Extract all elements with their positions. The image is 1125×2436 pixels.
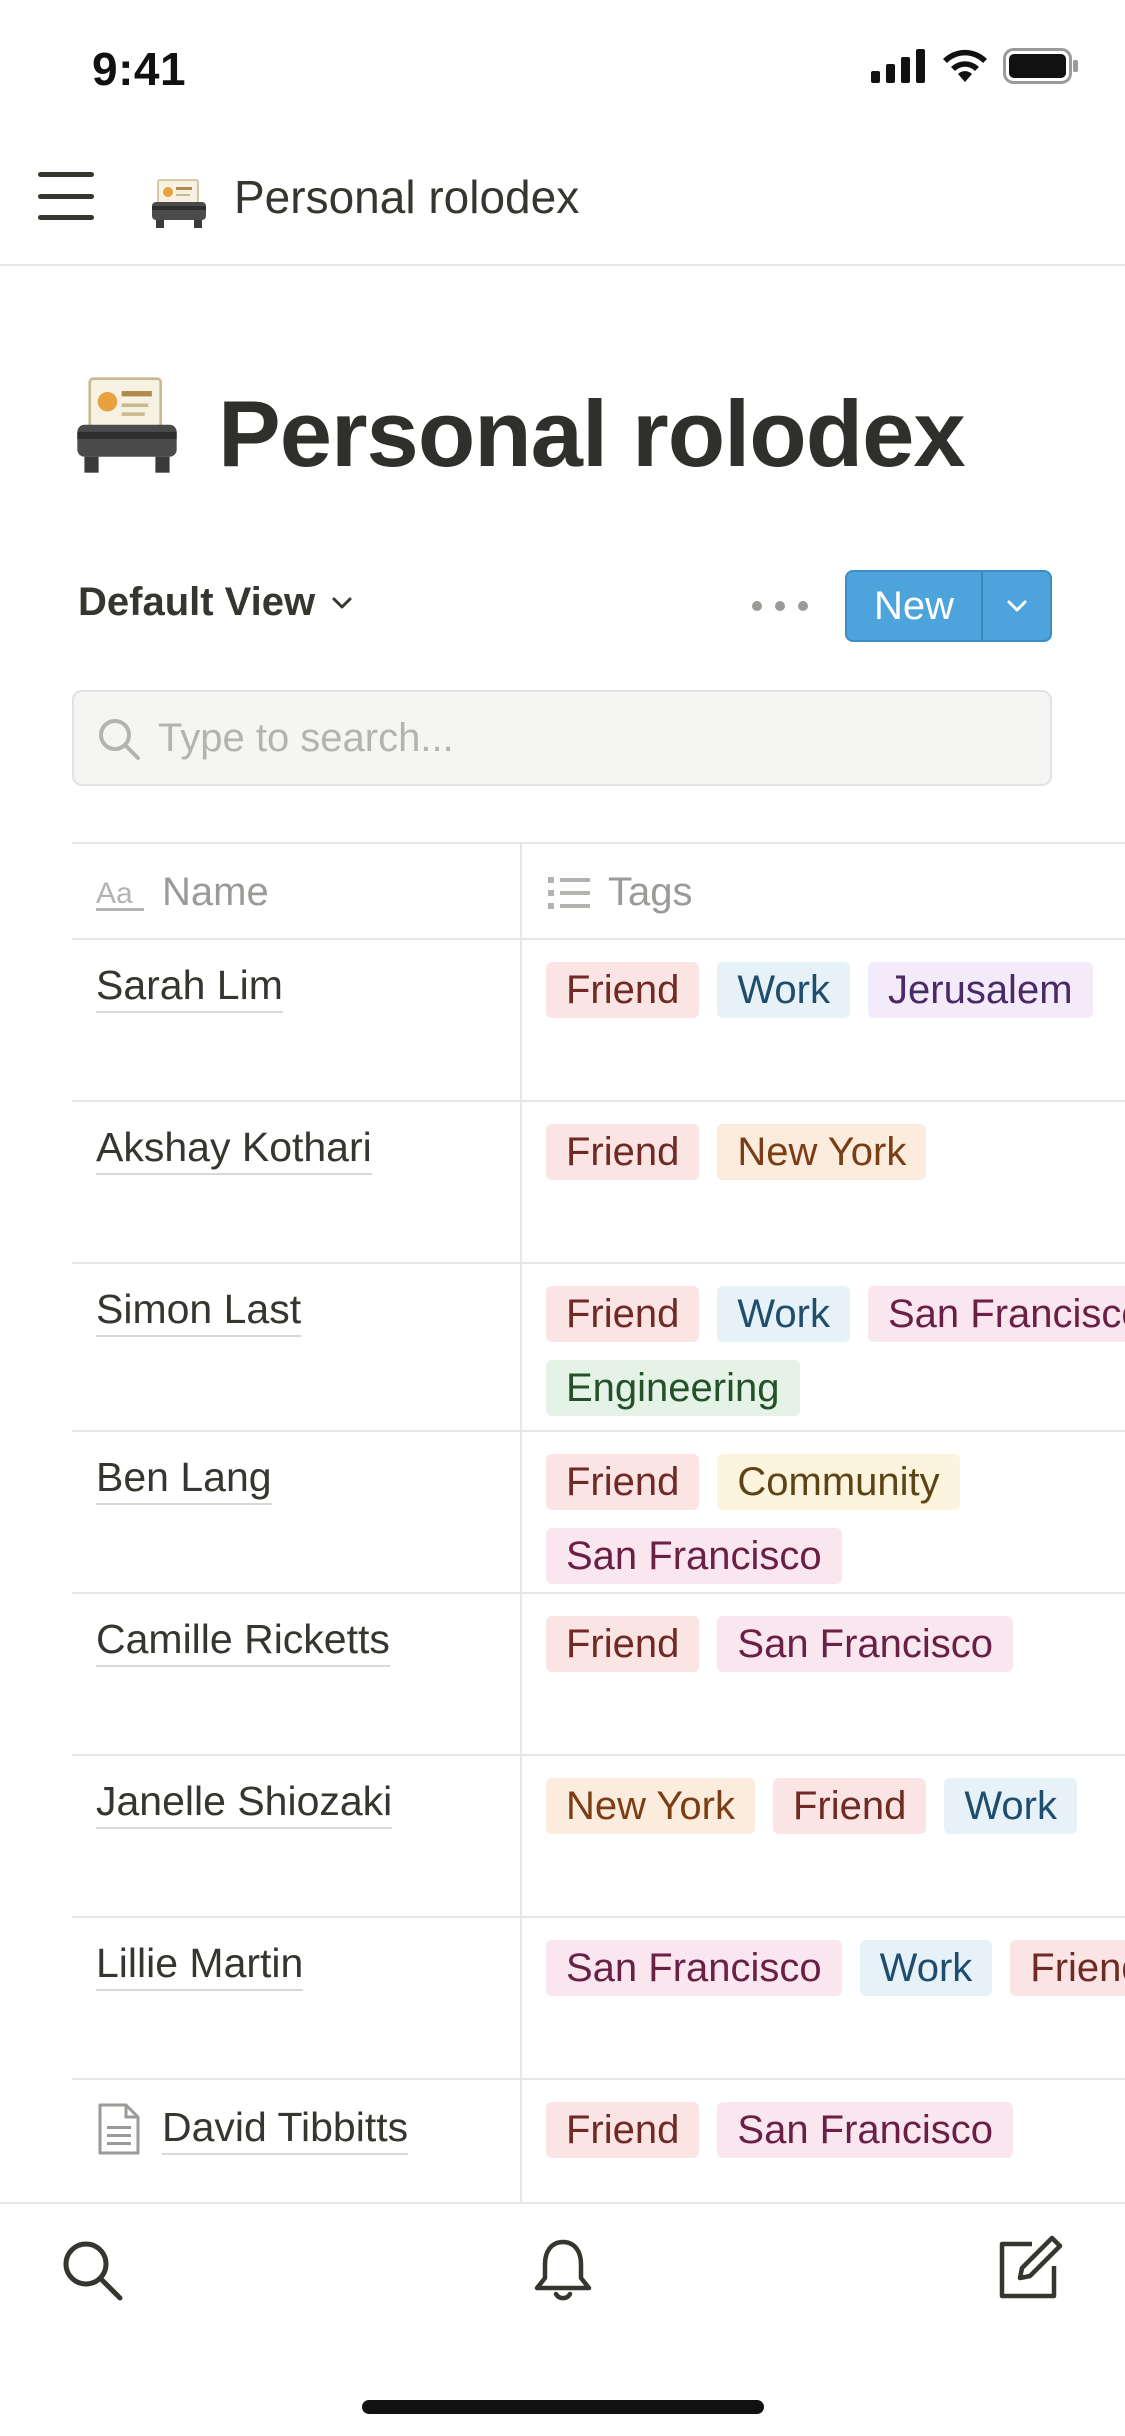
tag-badge: New York [546, 1778, 755, 1834]
status-bar: 9:41 [0, 0, 1125, 130]
tag-badge: Work [944, 1778, 1077, 1834]
app-screen: 9:41 Personal rolodex Personal rolodex D… [0, 0, 1125, 2436]
view-label: Default View [78, 580, 316, 624]
tag-badge: San Francisco [546, 1940, 842, 1996]
table-row[interactable]: Lillie Martin San Francisco Work Friend [72, 1918, 1125, 2080]
page-title[interactable]: Personal rolodex [218, 380, 966, 488]
new-dropdown-button[interactable] [983, 572, 1050, 640]
view-selector[interactable]: Default View [78, 580, 355, 625]
name-cell[interactable]: Simon Last [96, 1286, 302, 1337]
column-divider [520, 842, 522, 2204]
table-row[interactable]: Sarah Lim Friend Work Jerusalem [72, 940, 1125, 1102]
menu-icon[interactable] [38, 172, 94, 220]
tag-badge: San Francisco [868, 1286, 1125, 1342]
cellular-signal-icon [871, 49, 925, 83]
name-cell[interactable]: Lillie Martin [96, 1940, 304, 1991]
name-cell[interactable]: Akshay Kothari [96, 1124, 372, 1175]
status-time: 9:41 [92, 43, 187, 95]
tag-badge: San Francisco [546, 1528, 842, 1584]
row-name[interactable]: Ben Lang [96, 1454, 272, 1505]
search-icon[interactable] [56, 2234, 128, 2306]
top-nav: Personal rolodex [0, 130, 1125, 266]
tag-badge: Friend [546, 1286, 700, 1342]
text-property-icon: Aa [96, 877, 144, 911]
tag-badge: Work [717, 1286, 850, 1342]
page-icon [98, 2103, 140, 2155]
tag-badge: San Francisco [717, 2102, 1014, 2158]
table-row[interactable]: David Tibbitts Friend San Francisco [72, 2080, 1125, 2204]
tag-badge: Friend [1010, 1940, 1125, 1996]
status-icons [871, 48, 1079, 84]
tags-cell[interactable]: New York Friend Work [546, 1778, 1125, 1834]
tag-badge: Friend [772, 1778, 927, 1834]
name-cell[interactable]: Janelle Shiozaki [96, 1778, 393, 1829]
column-label: Name [162, 870, 269, 914]
search-box [72, 690, 1052, 786]
nav-title[interactable]: Personal rolodex [234, 170, 579, 224]
tag-badge: Friend [546, 1616, 700, 1672]
tag-badge: Friend [546, 1454, 700, 1510]
tag-badge: Community [717, 1454, 960, 1510]
chevron-down-icon [1007, 600, 1026, 612]
table-row[interactable]: Ben Lang Friend Community San Francisco [72, 1432, 1125, 1594]
multi-select-icon [548, 876, 590, 909]
tag-badge: Friend [546, 1124, 700, 1180]
tags-cell[interactable]: San Francisco Work Friend [546, 1940, 1125, 1996]
tags-cell[interactable]: Friend San Francisco [546, 2102, 1125, 2158]
table-row[interactable]: Janelle Shiozaki New York Friend Work [72, 1756, 1125, 1918]
column-header-name[interactable]: Aa Name [96, 870, 269, 915]
table-row[interactable]: Akshay Kothari Friend New York [72, 1102, 1125, 1264]
tag-badge: San Francisco [717, 1616, 1014, 1672]
row-name[interactable]: Sarah Lim [96, 962, 283, 1013]
new-button[interactable]: New [847, 572, 983, 640]
search-icon [99, 719, 140, 760]
table-row[interactable]: Simon Last Friend Work San Francisco Enginee… [72, 1264, 1125, 1432]
tags-cell[interactable]: Friend San Francisco [546, 1616, 1125, 1672]
row-name[interactable]: Akshay Kothari [96, 1124, 372, 1175]
row-name[interactable]: David Tibbitts [162, 2104, 409, 2155]
tags-cell[interactable]: Friend Community San Francisco [546, 1454, 1125, 1584]
bell-icon[interactable] [527, 2234, 599, 2306]
tags-cell[interactable]: Friend New York [546, 1124, 1125, 1180]
name-cell[interactable]: Ben Lang [96, 1454, 272, 1505]
tags-cell[interactable]: Friend Work San Francisco Engineering [546, 1286, 1125, 1416]
name-cell[interactable]: Sarah Lim [96, 962, 283, 1013]
rolodex-emoji-icon [152, 179, 206, 228]
home-indicator[interactable] [362, 2400, 764, 2414]
name-cell[interactable]: David Tibbitts [96, 2102, 409, 2156]
table-header: Aa Name Tags [72, 842, 1125, 940]
row-name[interactable]: Simon Last [96, 1286, 302, 1337]
chevron-down-icon [332, 597, 352, 608]
more-options-icon[interactable] [752, 588, 808, 624]
tag-badge: Work [859, 1940, 993, 1996]
database-table: Aa Name Tags Sarah Lim Friend Work Jerusale… [72, 842, 1125, 2204]
column-header-tags[interactable]: Tags [548, 870, 693, 915]
battery-icon [1003, 48, 1078, 84]
tag-badge: New York [717, 1124, 927, 1180]
new-button-group: New [845, 570, 1052, 642]
svg-text:Aa: Aa [96, 877, 133, 910]
compose-icon[interactable] [992, 2234, 1064, 2306]
tag-badge: Work [717, 962, 850, 1018]
row-name[interactable]: Janelle Shiozaki [96, 1778, 393, 1829]
tag-badge: Jerusalem [868, 962, 1093, 1018]
tag-badge: Friend [546, 2102, 700, 2158]
tag-badge: Engineering [546, 1360, 800, 1416]
row-name[interactable]: Lillie Martin [96, 1940, 304, 1991]
page-rolodex-emoji-icon[interactable] [72, 368, 182, 478]
search-input[interactable] [158, 692, 1028, 784]
row-name[interactable]: Camille Ricketts [96, 1616, 390, 1667]
wifi-icon [943, 49, 987, 82]
name-cell[interactable]: Camille Ricketts [96, 1616, 390, 1667]
table-row[interactable]: Camille Ricketts Friend San Francisco [72, 1594, 1125, 1756]
tag-badge: Friend [546, 962, 700, 1018]
tags-cell[interactable]: Friend Work Jerusalem [546, 962, 1125, 1018]
column-label: Tags [608, 870, 693, 914]
